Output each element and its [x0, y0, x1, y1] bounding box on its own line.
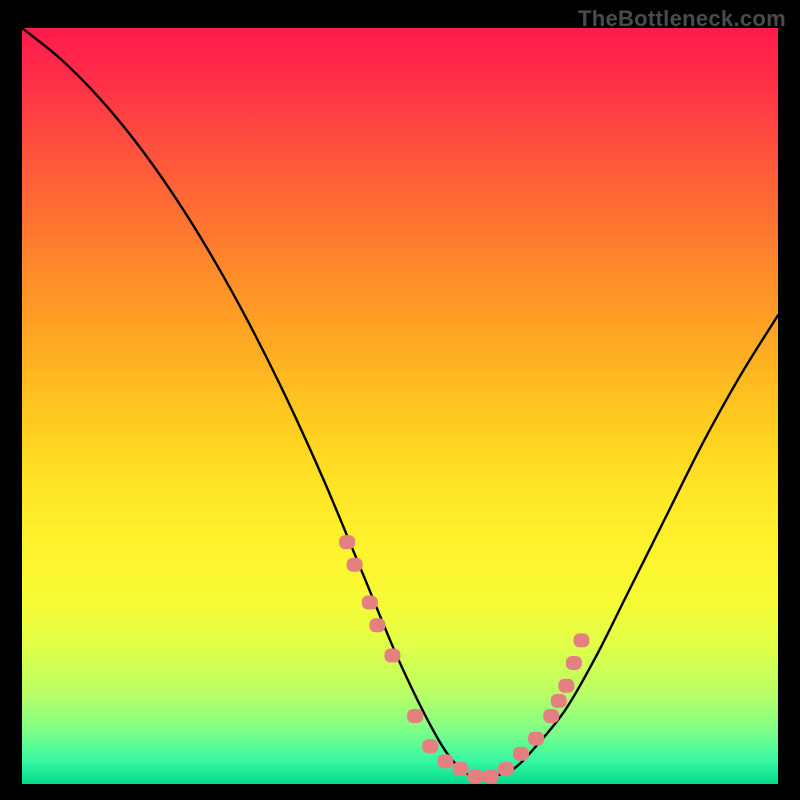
highlight-marker — [422, 739, 438, 753]
watermark-label: TheBottleneck.com — [578, 6, 786, 32]
highlight-marker — [407, 709, 423, 723]
highlight-marker — [468, 769, 484, 783]
highlight-marker — [528, 732, 544, 746]
plot-area — [22, 28, 778, 784]
highlight-marker — [369, 618, 385, 632]
highlight-marker — [558, 679, 574, 693]
highlight-marker — [347, 558, 363, 572]
curve-svg — [22, 28, 778, 784]
highlight-marker — [566, 656, 582, 670]
highlight-marker — [573, 633, 589, 647]
highlight-marker — [339, 535, 355, 549]
highlight-marker — [551, 694, 567, 708]
highlight-marker — [384, 648, 400, 662]
highlight-marker — [437, 754, 453, 768]
highlight-marker-group — [339, 535, 589, 783]
chart-frame: TheBottleneck.com — [0, 0, 800, 800]
highlight-marker — [483, 769, 499, 783]
highlight-marker — [362, 596, 378, 610]
highlight-marker — [498, 762, 514, 776]
highlight-marker — [452, 762, 468, 776]
highlight-marker — [543, 709, 559, 723]
highlight-marker — [513, 747, 529, 761]
bottleneck-curve — [22, 28, 778, 777]
